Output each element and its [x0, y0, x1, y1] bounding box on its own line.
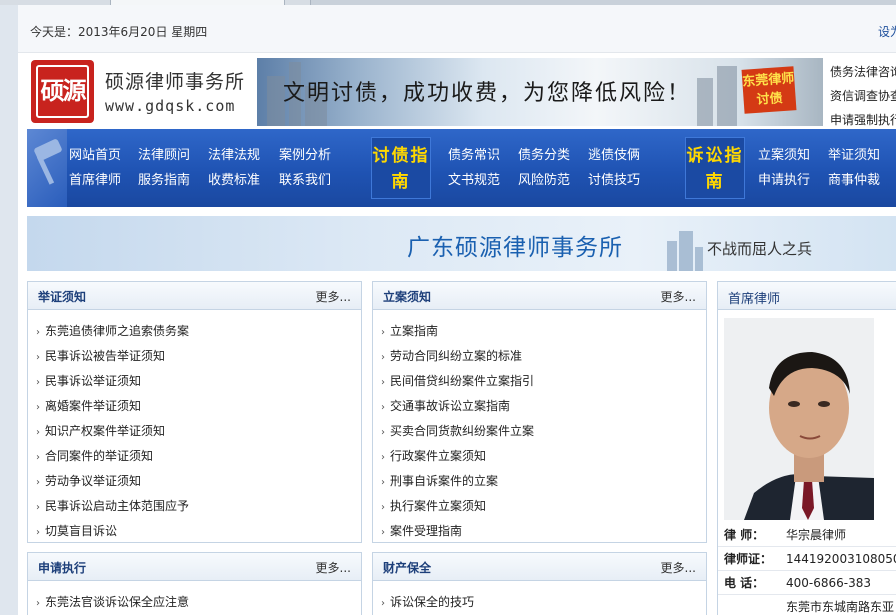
list-item[interactable]: › 交通事故诉讼立案指南	[381, 394, 706, 419]
header-side-links: 债务法律咨询 资信调查协查 申请强制执行	[830, 60, 896, 132]
date-text: 今天是：2013年6月20日 星期四	[30, 25, 208, 39]
nav-link[interactable]: 立案须知	[758, 144, 810, 163]
nav-link[interactable]: 风险防范	[518, 169, 570, 188]
chief-lawyer-panel: 首席律师 律 师：华宗晨律师 律师证：14419200310805040 电 话…	[717, 281, 896, 615]
list-item[interactable]: › 合同案件的举证须知	[36, 444, 361, 469]
firm-url: www.gdqsk.com	[105, 97, 236, 115]
nav-link[interactable]: 收费标准	[208, 169, 260, 188]
nav-link[interactable]: 网站首页	[69, 144, 121, 163]
nav-link[interactable]: 法律顾问	[138, 144, 190, 163]
more-link[interactable]: 更多...	[316, 559, 351, 576]
preservation-panel: 财产保全 更多... › 诉讼保全的技巧	[372, 552, 707, 615]
lawyer-license: 14419200310805040	[786, 552, 896, 566]
execution-panel: 申请执行 更多... › 东莞法官谈诉讼保全应注意	[27, 552, 362, 615]
nav-link[interactable]: 首席律师	[69, 169, 121, 188]
lawyer-address: 东莞市东城南路东亚	[786, 600, 895, 614]
nav-link[interactable]: 商事仲裁	[828, 169, 880, 188]
nav-link[interactable]: 举证须知	[828, 144, 880, 163]
nav-link[interactable]: 文书规范	[448, 169, 500, 188]
nav-link[interactable]: 债务分类	[518, 144, 570, 163]
nav-link[interactable]: 服务指南	[138, 169, 190, 188]
list-item[interactable]: › 民间借贷纠纷案件立案指引	[381, 369, 706, 394]
list-item[interactable]: › 执行案件立案须知	[381, 494, 706, 519]
firm-title-strip: 广东硕源律师事务所 不战而屈人之兵	[27, 216, 896, 271]
litigation-guide-block[interactable]: 诉讼指南	[685, 137, 745, 199]
strip-tagline: 不战而屈人之兵	[707, 240, 813, 258]
lawyer-phone: 400-6866-383	[786, 576, 872, 590]
more-link[interactable]: 更多...	[661, 288, 696, 305]
banner-badge: 东莞律师讨债	[741, 66, 797, 114]
nav-link[interactable]: 逃债伎俩	[588, 144, 640, 163]
set-homepage-link[interactable]: 设为	[878, 23, 896, 40]
panel-title: 立案须知	[383, 290, 432, 304]
list-item[interactable]: › 刑事自诉案件的立案	[381, 469, 706, 494]
panel-title: 财产保全	[383, 561, 432, 575]
more-link[interactable]: 更多...	[316, 288, 351, 305]
debt-guide-block[interactable]: 讨债指南	[371, 137, 431, 199]
list-item[interactable]: › 行政案件立案须知	[381, 444, 706, 469]
main-navigation: 网站首页 法律顾问 法律法规 案例分析 首席律师 服务指南 收费标准 联系我们 …	[27, 129, 896, 207]
date-bar: 今天是：2013年6月20日 星期四 设为	[18, 5, 896, 53]
side-link[interactable]: 资信调查协查	[830, 84, 896, 108]
list-item[interactable]: › 知识产权案件举证须知	[36, 419, 361, 444]
gavel-icon	[27, 129, 67, 207]
list-item[interactable]: › 民事诉讼被告举证须知	[36, 344, 361, 369]
list-item[interactable]: › 切莫盲目诉讼	[36, 519, 361, 544]
panel-title: 首席律师	[728, 292, 781, 307]
nav-link[interactable]: 法律法规	[208, 144, 260, 163]
list-item[interactable]: › 民事诉讼启动主体范围应予	[36, 494, 361, 519]
filing-panel: 立案须知 更多... › 立案指南 › 劳动合同纠纷立案的标准 › 民间借贷纠纷案件立…	[372, 281, 707, 543]
list-item[interactable]: › 案件受理指南	[381, 519, 706, 544]
list-item[interactable]: › 诉讼保全的技巧	[381, 590, 706, 615]
lawyer-photo[interactable]	[724, 318, 874, 520]
list-item[interactable]: › 立案指南	[381, 319, 706, 344]
more-link[interactable]: 更多...	[661, 559, 696, 576]
list-item[interactable]: › 买卖合同货款纠纷案件立案	[381, 419, 706, 444]
list-item[interactable]: › 东莞追债律师之追索债务案	[36, 319, 361, 344]
list-item[interactable]: › 东莞法官谈诉讼保全应注意	[36, 590, 361, 615]
side-link[interactable]: 债务法律咨询	[830, 60, 896, 84]
list-item[interactable]: › 离婚案件举证须知	[36, 394, 361, 419]
list-item[interactable]: › 劳动合同纠纷立案的标准	[381, 344, 706, 369]
firm-name: 硕源律师事务所	[105, 71, 246, 93]
list-item[interactable]: › 民事诉讼举证须知	[36, 369, 361, 394]
logo-seal: 硕源	[36, 65, 89, 118]
strip-title: 广东硕源律师事务所	[407, 235, 623, 261]
firm-logo[interactable]: 硕源	[31, 60, 94, 123]
banner-slogan: 文明讨债，成功收费，为您降低风险！	[283, 81, 692, 106]
lawyer-info: 律 师：华宗晨律师 律师证：14419200310805040 电 话：400-…	[718, 523, 896, 615]
nav-link[interactable]: 案例分析	[279, 144, 331, 163]
evidence-panel: 举证须知 更多... › 东莞追债律师之追索债务案 › 民事诉讼被告举证须知 › 民事…	[27, 281, 362, 543]
panel-title: 申请执行	[38, 561, 87, 575]
nav-link[interactable]: 讨债技巧	[588, 169, 640, 188]
panel-title: 举证须知	[38, 290, 87, 304]
list-item[interactable]: › 劳动争议举证须知	[36, 469, 361, 494]
nav-link[interactable]: 申请执行	[758, 169, 810, 188]
header-banner: 文明讨债，成功收费，为您降低风险！ 东莞律师讨债	[257, 58, 823, 126]
nav-link[interactable]: 联系我们	[279, 169, 331, 188]
web-page: 今天是：2013年6月20日 星期四 设为 硕源 硕源律师事务所 www.gdq…	[18, 5, 896, 615]
lawyer-name: 华宗晨律师	[786, 528, 847, 542]
nav-link[interactable]: 债务常识	[448, 144, 500, 163]
